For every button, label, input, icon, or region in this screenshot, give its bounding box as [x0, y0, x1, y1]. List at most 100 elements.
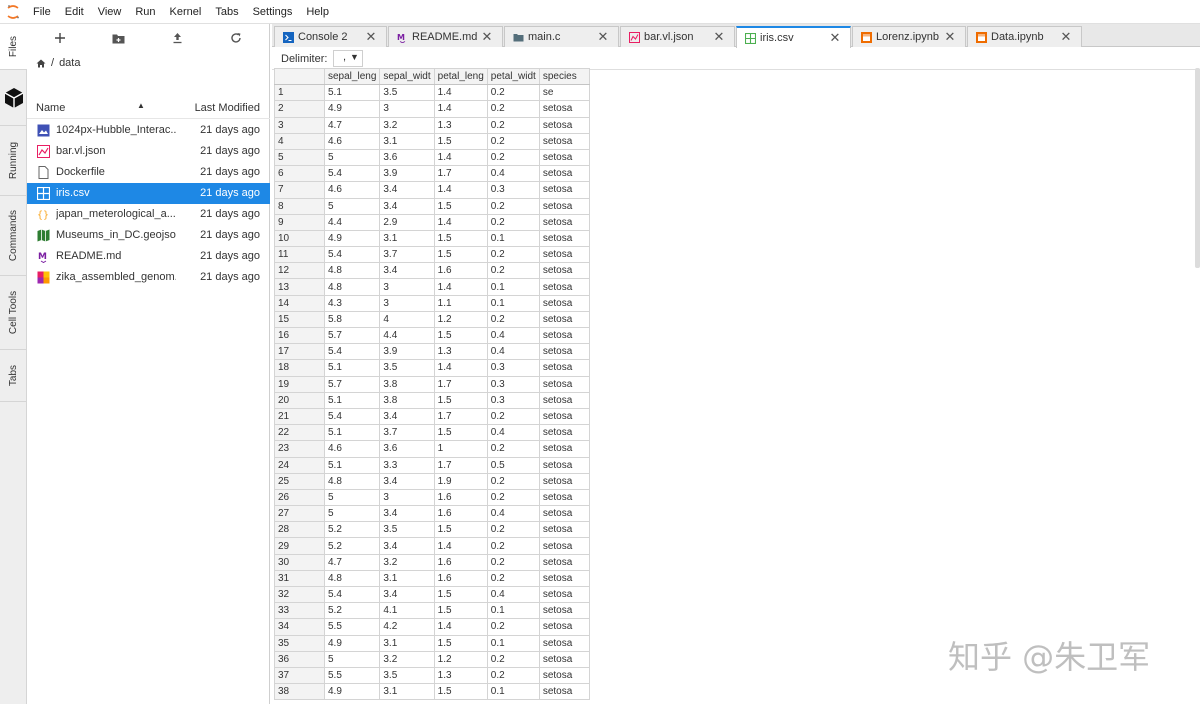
table-cell[interactable]: 4.4: [323, 213, 381, 231]
table-cell[interactable]: 0.4: [486, 343, 540, 361]
table-cell[interactable]: 0.2: [486, 197, 540, 215]
table-cell[interactable]: 0.1: [486, 278, 540, 296]
table-cell[interactable]: 0.2: [486, 521, 540, 539]
table-cell[interactable]: 1: [433, 440, 488, 458]
table-cell[interactable]: setosa: [538, 197, 590, 215]
table-cell[interactable]: 0.2: [486, 116, 540, 134]
table-cell[interactable]: 1.5: [433, 602, 488, 620]
row-header[interactable]: 15: [274, 310, 325, 329]
table-cell[interactable]: 3.5: [379, 359, 435, 377]
close-icon[interactable]: ✕: [943, 29, 957, 45]
table-cell[interactable]: 3.1: [379, 569, 435, 588]
table-cell[interactable]: 4.4: [379, 326, 435, 345]
table-cell[interactable]: 3.8: [379, 375, 435, 393]
new-launcher-button[interactable]: [50, 28, 70, 48]
table-cell[interactable]: 0.2: [486, 650, 540, 668]
table-cell[interactable]: 3.7: [379, 424, 435, 442]
table-cell[interactable]: 1.7: [433, 375, 488, 393]
table-cell[interactable]: 0.2: [486, 618, 540, 636]
table-cell[interactable]: 3.1: [379, 132, 435, 150]
row-header[interactable]: 29: [274, 537, 325, 555]
table-cell[interactable]: 3.8: [379, 391, 435, 409]
table-cell[interactable]: 3.6: [379, 440, 435, 458]
table-cell[interactable]: 0.2: [486, 488, 540, 507]
file-list-item[interactable]: Museums_in_DC.geojson 21 days ago: [27, 225, 270, 246]
table-cell[interactable]: 3: [379, 488, 435, 507]
menu-kernel[interactable]: Kernel: [163, 0, 209, 24]
tab-console-2[interactable]: Console 2 ✕: [274, 26, 387, 47]
table-cell[interactable]: setosa: [538, 440, 590, 458]
table-cell[interactable]: 5.8: [323, 310, 381, 329]
home-icon[interactable]: [36, 59, 46, 68]
upload-button[interactable]: [167, 28, 187, 48]
table-cell[interactable]: 1.6: [433, 488, 488, 507]
table-cell[interactable]: 4.3: [323, 294, 381, 312]
table-cell[interactable]: setosa: [538, 585, 590, 604]
table-cell[interactable]: setosa: [538, 181, 590, 199]
table-cell[interactable]: setosa: [538, 456, 590, 474]
table-cell[interactable]: 1.4: [433, 84, 488, 102]
table-cell[interactable]: setosa: [538, 262, 590, 280]
table-cell[interactable]: 5.4: [323, 343, 381, 361]
row-header[interactable]: 10: [274, 229, 325, 248]
table-cell[interactable]: 0.4: [486, 326, 540, 345]
column-header[interactable]: sepal_leng: [323, 68, 381, 86]
file-list-item[interactable]: zika_assembled_genom... 21 days ago: [27, 267, 270, 288]
table-cell[interactable]: 3.4: [379, 585, 435, 604]
table-cell[interactable]: 1.5: [433, 229, 488, 248]
table-cell[interactable]: 4.8: [323, 278, 381, 296]
tab-lorenz-ipynb[interactable]: Lorenz.ipynb ✕: [852, 26, 966, 47]
close-icon[interactable]: ✕: [712, 29, 726, 45]
table-cell[interactable]: setosa: [538, 165, 590, 183]
column-name-header[interactable]: Name: [36, 102, 65, 114]
table-cell[interactable]: 1.7: [433, 456, 488, 474]
table-cell[interactable]: setosa: [538, 310, 590, 329]
column-modified-header[interactable]: Last Modified: [195, 102, 260, 114]
row-header[interactable]: 38: [274, 683, 325, 701]
table-cell[interactable]: 1.3: [433, 343, 488, 361]
table-cell[interactable]: 3.4: [379, 537, 435, 555]
table-cell[interactable]: 0.2: [486, 262, 540, 280]
row-header[interactable]: 32: [274, 585, 325, 604]
table-cell[interactable]: 0.2: [486, 148, 540, 167]
row-header[interactable]: 33: [274, 602, 325, 620]
table-cell[interactable]: 3.5: [379, 521, 435, 539]
column-header[interactable]: petal_leng: [433, 68, 488, 86]
row-header[interactable]: 23: [274, 440, 325, 458]
table-cell[interactable]: setosa: [538, 391, 590, 409]
table-cell[interactable]: setosa: [538, 634, 590, 652]
table-cell[interactable]: setosa: [538, 294, 590, 312]
table-cell[interactable]: 3.1: [379, 634, 435, 652]
row-header[interactable]: 11: [274, 246, 325, 264]
table-cell[interactable]: 1.5: [433, 326, 488, 345]
row-header[interactable]: 9: [274, 213, 325, 231]
row-header[interactable]: 28: [274, 521, 325, 539]
table-cell[interactable]: 0.1: [486, 683, 540, 701]
row-header[interactable]: 5: [274, 148, 325, 167]
table-cell[interactable]: 3.4: [379, 505, 435, 523]
table-cell[interactable]: setosa: [538, 375, 590, 393]
table-cell[interactable]: 3: [379, 294, 435, 312]
row-header[interactable]: 19: [274, 375, 325, 393]
table-cell[interactable]: 4.8: [323, 569, 381, 588]
table-cell[interactable]: 0.2: [486, 100, 540, 118]
refresh-button[interactable]: [226, 28, 246, 48]
table-cell[interactable]: setosa: [538, 683, 590, 701]
column-header[interactable]: species: [538, 68, 590, 86]
table-cell[interactable]: 1.4: [433, 213, 488, 231]
table-cell[interactable]: 1.3: [433, 116, 488, 134]
table-cell[interactable]: 1.7: [433, 165, 488, 183]
table-cell[interactable]: 0.2: [486, 213, 540, 231]
table-cell[interactable]: 5: [323, 505, 381, 523]
sidetab-cell-tools[interactable]: Cell Tools: [0, 276, 27, 350]
table-cell[interactable]: setosa: [538, 343, 590, 361]
table-cell[interactable]: 5.2: [323, 602, 381, 620]
tab-main-c[interactable]: main.c ✕: [504, 26, 619, 47]
table-cell[interactable]: 0.3: [486, 391, 540, 409]
table-cell[interactable]: 3.2: [379, 553, 435, 571]
sidetab-files[interactable]: Files: [0, 24, 27, 70]
table-cell[interactable]: setosa: [538, 602, 590, 620]
table-cell[interactable]: 0.2: [486, 569, 540, 588]
table-cell[interactable]: 0.1: [486, 229, 540, 248]
row-header[interactable]: 27: [274, 505, 325, 523]
